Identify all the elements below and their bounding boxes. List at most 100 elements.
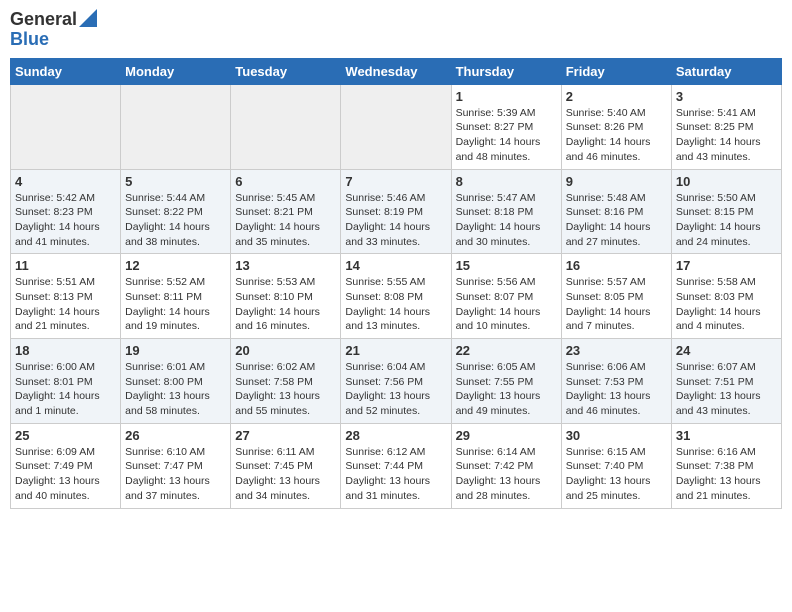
day-number: 5 <box>125 174 226 189</box>
calendar-cell: 27Sunrise: 6:11 AM Sunset: 7:45 PM Dayli… <box>231 423 341 508</box>
day-info: Sunrise: 6:09 AM Sunset: 7:49 PM Dayligh… <box>15 445 116 504</box>
day-number: 18 <box>15 343 116 358</box>
calendar-cell: 25 Sunrise: 6:09 AM Sunset: 7:49 PM Dayli… <box>11 423 121 508</box>
day-info: Sunrise: 6:15 AM Sunset: 7:40 PM Dayligh… <box>566 445 667 504</box>
day-number: 31 <box>676 428 777 443</box>
calendar-cell: 18 Sunrise: 6:00 AM Sunset: 8:01 PM Dayli… <box>11 339 121 424</box>
calendar-cell: 11 Sunrise: 5:51 AM Sunset: 8:13 PM Dayli… <box>11 254 121 339</box>
day-info: Sunrise: 6:00 AM Sunset: 8:01 PM Dayligh… <box>15 360 116 419</box>
calendar-cell: 4 Sunrise: 5:42 AM Sunset: 8:23 PM Daylig… <box>11 169 121 254</box>
day-number: 30 <box>566 428 667 443</box>
day-number: 21 <box>345 343 446 358</box>
day-number: 19 <box>125 343 226 358</box>
day-number: 4 <box>15 174 116 189</box>
day-number: 28 <box>345 428 446 443</box>
calendar-cell: 9 Sunrise: 5:48 AM Sunset: 8:16 PM Daylig… <box>561 169 671 254</box>
day-number: 11 <box>15 258 116 273</box>
calendar-cell: 21Sunrise: 6:04 AM Sunset: 7:56 PM Dayli… <box>341 339 451 424</box>
day-number: 13 <box>235 258 336 273</box>
weekday-header-monday: Monday <box>121 58 231 84</box>
day-number: 8 <box>456 174 557 189</box>
week-row-3: 11 Sunrise: 5:51 AM Sunset: 8:13 PM Dayli… <box>11 254 782 339</box>
calendar-cell: 10 Sunrise: 5:50 AM Sunset: 8:15 PM Dayli… <box>671 169 781 254</box>
weekday-header-thursday: Thursday <box>451 58 561 84</box>
day-number: 17 <box>676 258 777 273</box>
day-info: Sunrise: 6:02 AM Sunset: 7:58 PM Dayligh… <box>235 360 336 419</box>
calendar-cell: 3 Sunrise: 5:41 AM Sunset: 8:25 PM Daylig… <box>671 84 781 169</box>
calendar-cell: 24Sunrise: 6:07 AM Sunset: 7:51 PM Dayli… <box>671 339 781 424</box>
day-number: 23 <box>566 343 667 358</box>
calendar-cell: 13Sunrise: 5:53 AM Sunset: 8:10 PM Dayli… <box>231 254 341 339</box>
day-info: Sunrise: 6:11 AM Sunset: 7:45 PM Dayligh… <box>235 445 336 504</box>
logo-general-text: General <box>10 10 77 30</box>
calendar-cell: 6 Sunrise: 5:45 AM Sunset: 8:21 PM Daylig… <box>231 169 341 254</box>
calendar-table: SundayMondayTuesdayWednesdayThursdayFrid… <box>10 58 782 509</box>
day-number: 14 <box>345 258 446 273</box>
calendar-cell: 22 Sunrise: 6:05 AM Sunset: 7:55 PM Dayli… <box>451 339 561 424</box>
day-info: Sunrise: 5:58 AM Sunset: 8:03 PM Dayligh… <box>676 275 777 334</box>
calendar-cell: 15 Sunrise: 5:56 AM Sunset: 8:07 PM Dayli… <box>451 254 561 339</box>
calendar-cell: 5Sunrise: 5:44 AM Sunset: 8:22 PM Daylig… <box>121 169 231 254</box>
weekday-header-tuesday: Tuesday <box>231 58 341 84</box>
day-number: 24 <box>676 343 777 358</box>
day-info: Sunrise: 6:16 AM Sunset: 7:38 PM Dayligh… <box>676 445 777 504</box>
day-number: 25 <box>15 428 116 443</box>
day-info: Sunrise: 5:45 AM Sunset: 8:21 PM Dayligh… <box>235 191 336 250</box>
calendar-cell: 23 Sunrise: 6:06 AM Sunset: 7:53 PM Dayli… <box>561 339 671 424</box>
calendar-cell: 16Sunrise: 5:57 AM Sunset: 8:05 PM Dayli… <box>561 254 671 339</box>
day-number: 9 <box>566 174 667 189</box>
day-info: Sunrise: 5:52 AM Sunset: 8:11 PM Dayligh… <box>125 275 226 334</box>
day-info: Sunrise: 5:41 AM Sunset: 8:25 PM Dayligh… <box>676 106 777 165</box>
day-info: Sunrise: 5:46 AM Sunset: 8:19 PM Dayligh… <box>345 191 446 250</box>
calendar-cell <box>341 84 451 169</box>
day-info: Sunrise: 6:05 AM Sunset: 7:55 PM Dayligh… <box>456 360 557 419</box>
week-row-5: 25 Sunrise: 6:09 AM Sunset: 7:49 PM Dayli… <box>11 423 782 508</box>
calendar-cell: 29 Sunrise: 6:14 AM Sunset: 7:42 PM Dayli… <box>451 423 561 508</box>
weekday-header-wednesday: Wednesday <box>341 58 451 84</box>
logo-triangle-icon <box>79 9 97 27</box>
day-number: 16 <box>566 258 667 273</box>
day-info: Sunrise: 5:56 AM Sunset: 8:07 PM Dayligh… <box>456 275 557 334</box>
day-number: 6 <box>235 174 336 189</box>
logo-blue-text: Blue <box>10 29 49 49</box>
calendar-cell <box>121 84 231 169</box>
calendar-cell: 12 Sunrise: 5:52 AM Sunset: 8:11 PM Dayli… <box>121 254 231 339</box>
day-number: 3 <box>676 89 777 104</box>
calendar-cell: 1Sunrise: 5:39 AM Sunset: 8:27 PM Daylig… <box>451 84 561 169</box>
day-info: Sunrise: 6:06 AM Sunset: 7:53 PM Dayligh… <box>566 360 667 419</box>
calendar-cell: 19Sunrise: 6:01 AM Sunset: 8:00 PM Dayli… <box>121 339 231 424</box>
calendar-cell: 7Sunrise: 5:46 AM Sunset: 8:19 PM Daylig… <box>341 169 451 254</box>
calendar-cell: 30 Sunrise: 6:15 AM Sunset: 7:40 PM Dayli… <box>561 423 671 508</box>
day-info: Sunrise: 6:10 AM Sunset: 7:47 PM Dayligh… <box>125 445 226 504</box>
day-info: Sunrise: 5:48 AM Sunset: 8:16 PM Dayligh… <box>566 191 667 250</box>
calendar-cell: 28Sunrise: 6:12 AM Sunset: 7:44 PM Dayli… <box>341 423 451 508</box>
week-row-4: 18 Sunrise: 6:00 AM Sunset: 8:01 PM Dayli… <box>11 339 782 424</box>
weekday-header-sunday: Sunday <box>11 58 121 84</box>
day-info: Sunrise: 5:47 AM Sunset: 8:18 PM Dayligh… <box>456 191 557 250</box>
day-number: 26 <box>125 428 226 443</box>
day-number: 12 <box>125 258 226 273</box>
day-info: Sunrise: 5:50 AM Sunset: 8:15 PM Dayligh… <box>676 191 777 250</box>
day-number: 20 <box>235 343 336 358</box>
day-info: Sunrise: 5:55 AM Sunset: 8:08 PM Dayligh… <box>345 275 446 334</box>
calendar-cell <box>11 84 121 169</box>
day-info: Sunrise: 5:42 AM Sunset: 8:23 PM Dayligh… <box>15 191 116 250</box>
day-number: 15 <box>456 258 557 273</box>
day-info: Sunrise: 6:14 AM Sunset: 7:42 PM Dayligh… <box>456 445 557 504</box>
calendar-cell: 31 Sunrise: 6:16 AM Sunset: 7:38 PM Dayli… <box>671 423 781 508</box>
day-number: 29 <box>456 428 557 443</box>
calendar-cell: 17 Sunrise: 5:58 AM Sunset: 8:03 PM Dayli… <box>671 254 781 339</box>
calendar-cell: 20 Sunrise: 6:02 AM Sunset: 7:58 PM Dayli… <box>231 339 341 424</box>
calendar-cell <box>231 84 341 169</box>
day-info: Sunrise: 5:51 AM Sunset: 8:13 PM Dayligh… <box>15 275 116 334</box>
calendar-cell: 26 Sunrise: 6:10 AM Sunset: 7:47 PM Dayli… <box>121 423 231 508</box>
day-number: 22 <box>456 343 557 358</box>
day-number: 10 <box>676 174 777 189</box>
weekday-header-row: SundayMondayTuesdayWednesdayThursdayFrid… <box>11 58 782 84</box>
weekday-header-friday: Friday <box>561 58 671 84</box>
calendar-cell: 2Sunrise: 5:40 AM Sunset: 8:26 PM Daylig… <box>561 84 671 169</box>
week-row-1: 1Sunrise: 5:39 AM Sunset: 8:27 PM Daylig… <box>11 84 782 169</box>
logo: General Blue <box>10 10 97 50</box>
day-number: 1 <box>456 89 557 104</box>
page-header: General Blue <box>10 10 782 50</box>
